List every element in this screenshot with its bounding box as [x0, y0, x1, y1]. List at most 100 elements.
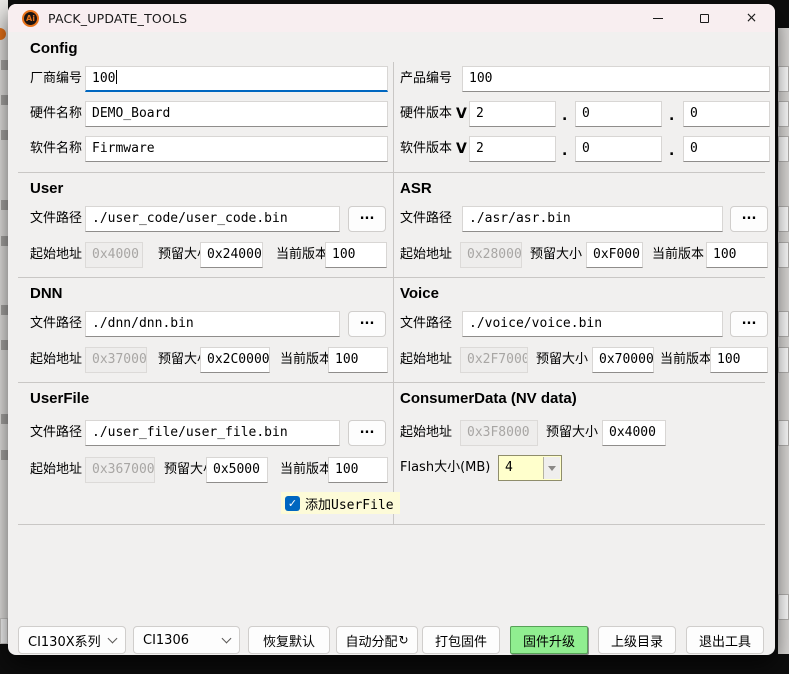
userfile-version-field[interactable]: 100 [328, 457, 388, 483]
voice-size-label: 预留大小 [536, 352, 589, 367]
consumerdata-start-field: 0x3F8000 [460, 420, 538, 446]
titlebar[interactable]: Ai PACK_UPDATE_TOOLS × [8, 4, 775, 32]
consumerdata-size-label: 预留大小 [546, 425, 599, 440]
sw-name-label: 软件名称 [30, 141, 83, 156]
minimize-button[interactable] [634, 4, 681, 32]
background-select-fragment [0, 618, 8, 644]
voice-start-label: 起始地址 [400, 352, 453, 367]
consumerdata-start-label: 起始地址 [400, 425, 453, 440]
asr-browse-button[interactable]: ... [730, 206, 768, 232]
sw-version-major-field[interactable]: 2 [469, 136, 556, 162]
voice-section-title: Voice [400, 285, 439, 302]
dnn-version-field[interactable]: 100 [328, 347, 388, 373]
voice-version-label: 当前版本 [660, 352, 713, 367]
minimize-icon [652, 17, 663, 19]
separator [18, 172, 765, 173]
user-path-field[interactable]: ./user_code/user_code.bin [85, 206, 340, 232]
sw-version-patch-field[interactable]: 0 [683, 136, 770, 162]
voice-version-field[interactable]: 100 [710, 347, 768, 373]
voice-start-field: 0x2F7000 [460, 347, 528, 373]
restore-defaults-button[interactable]: 恢复默认 [248, 626, 330, 654]
voice-path-field[interactable]: ./voice/voice.bin [462, 311, 723, 337]
dnn-size-field[interactable]: 0x2C0000 [200, 347, 270, 373]
sw-name-field[interactable]: Firmware [85, 136, 388, 162]
chip-select[interactable]: CI1306 [133, 626, 240, 654]
close-button[interactable]: × [728, 4, 775, 32]
window-content: Config 厂商编号 100 产品编号 100 硬件名称 DEMO_Board… [8, 32, 775, 655]
sw-version-minor-field[interactable]: 0 [575, 136, 662, 162]
dnn-section-title: DNN [30, 285, 63, 302]
asr-size-field[interactable]: 0xF000 [586, 242, 643, 268]
asr-size-label: 预留大小 [530, 247, 583, 262]
app-window: Ai PACK_UPDATE_TOOLS × Config 厂商编号 100 产… [8, 4, 775, 655]
sw-version-prefix: V [456, 141, 467, 157]
config-section-title: Config [30, 40, 78, 57]
hw-version-major-field[interactable]: 2 [469, 101, 556, 127]
add-userfile-checkbox[interactable]: ✓ [285, 495, 300, 511]
voice-size-field[interactable]: 0x70000 [592, 347, 654, 373]
text-caret [116, 70, 118, 84]
userfile-path-field[interactable]: ./user_file/user_file.bin [85, 420, 340, 446]
add-userfile-row: ✓ 添加UserFile [281, 492, 400, 514]
userfile-size-field[interactable]: 0x5000 [206, 457, 268, 483]
window-title: PACK_UPDATE_TOOLS [48, 10, 188, 26]
dnn-start-label: 起始地址 [30, 352, 83, 367]
sw-version-label: 软件版本 [400, 141, 453, 156]
maximize-button[interactable] [681, 4, 728, 32]
maximize-icon [700, 13, 709, 23]
hw-name-field[interactable]: DEMO_Board [85, 101, 388, 127]
asr-version-field[interactable]: 100 [706, 242, 768, 268]
consumerdata-size-field[interactable]: 0x4000 [602, 420, 666, 446]
product-id-field[interactable]: 100 [462, 66, 770, 92]
exit-tool-button[interactable]: 退出工具 [686, 626, 764, 654]
voice-path-label: 文件路径 [400, 316, 453, 331]
background-window-right-sliver [778, 28, 789, 654]
asr-start-field: 0x28000 [460, 242, 522, 268]
background-window-left-sliver [0, 0, 8, 644]
userfile-start-label: 起始地址 [30, 462, 83, 477]
dnn-version-label: 当前版本 [280, 352, 333, 367]
asr-version-label: 当前版本 [652, 247, 705, 262]
pack-firmware-button[interactable]: 打包固件 [422, 626, 500, 654]
series-select[interactable]: CI130X系列 [18, 626, 126, 654]
refresh-icon: ↻ [398, 633, 409, 647]
combo-dropdown-icon[interactable] [543, 457, 560, 479]
userfile-browse-button[interactable]: ... [348, 420, 386, 446]
dnn-path-label: 文件路径 [30, 316, 83, 331]
column-divider [393, 62, 394, 524]
sw-version-dot1: . [562, 143, 568, 159]
background-app-icon-fragment [0, 28, 6, 40]
user-start-label: 起始地址 [30, 247, 83, 262]
user-section-title: User [30, 180, 64, 197]
user-version-field[interactable]: 100 [325, 242, 387, 268]
close-icon: × [745, 10, 758, 26]
vendor-id-label: 厂商编号 [30, 71, 83, 86]
flash-size-label: Flash大小(MB) [400, 460, 491, 475]
user-browse-button[interactable]: ... [348, 206, 386, 232]
hw-version-dot2: . [669, 108, 675, 124]
hw-version-minor-field[interactable]: 0 [575, 101, 662, 127]
dnn-start-field: 0x37000 [85, 347, 147, 373]
upgrade-firmware-button[interactable]: 固件升级 [510, 626, 588, 654]
separator [18, 524, 765, 525]
auto-allocate-button[interactable]: 自动分配 ↻ [336, 626, 418, 654]
flash-size-combo[interactable]: 4 [498, 455, 562, 481]
vendor-id-field[interactable]: 100 [85, 66, 388, 92]
desktop: Ai PACK_UPDATE_TOOLS × Config 厂商编号 100 产… [0, 0, 789, 674]
hw-name-label: 硬件名称 [30, 106, 83, 121]
separator [18, 277, 765, 278]
product-id-label: 产品编号 [400, 71, 453, 86]
window-controls: × [634, 4, 775, 32]
hw-version-patch-field[interactable]: 0 [683, 101, 770, 127]
user-size-field[interactable]: 0x24000 [200, 242, 263, 268]
asr-path-label: 文件路径 [400, 211, 453, 226]
parent-dir-button[interactable]: 上级目录 [598, 626, 676, 654]
userfile-start-field: 0x367000 [85, 457, 155, 483]
user-version-label: 当前版本 [276, 247, 329, 262]
consumerdata-section-title: ConsumerData (NV data) [400, 390, 577, 407]
dnn-browse-button[interactable]: ... [348, 311, 386, 337]
voice-browse-button[interactable]: ... [730, 311, 768, 337]
chevron-down-icon [107, 633, 118, 644]
dnn-path-field[interactable]: ./dnn/dnn.bin [85, 311, 340, 337]
asr-path-field[interactable]: ./asr/asr.bin [462, 206, 723, 232]
